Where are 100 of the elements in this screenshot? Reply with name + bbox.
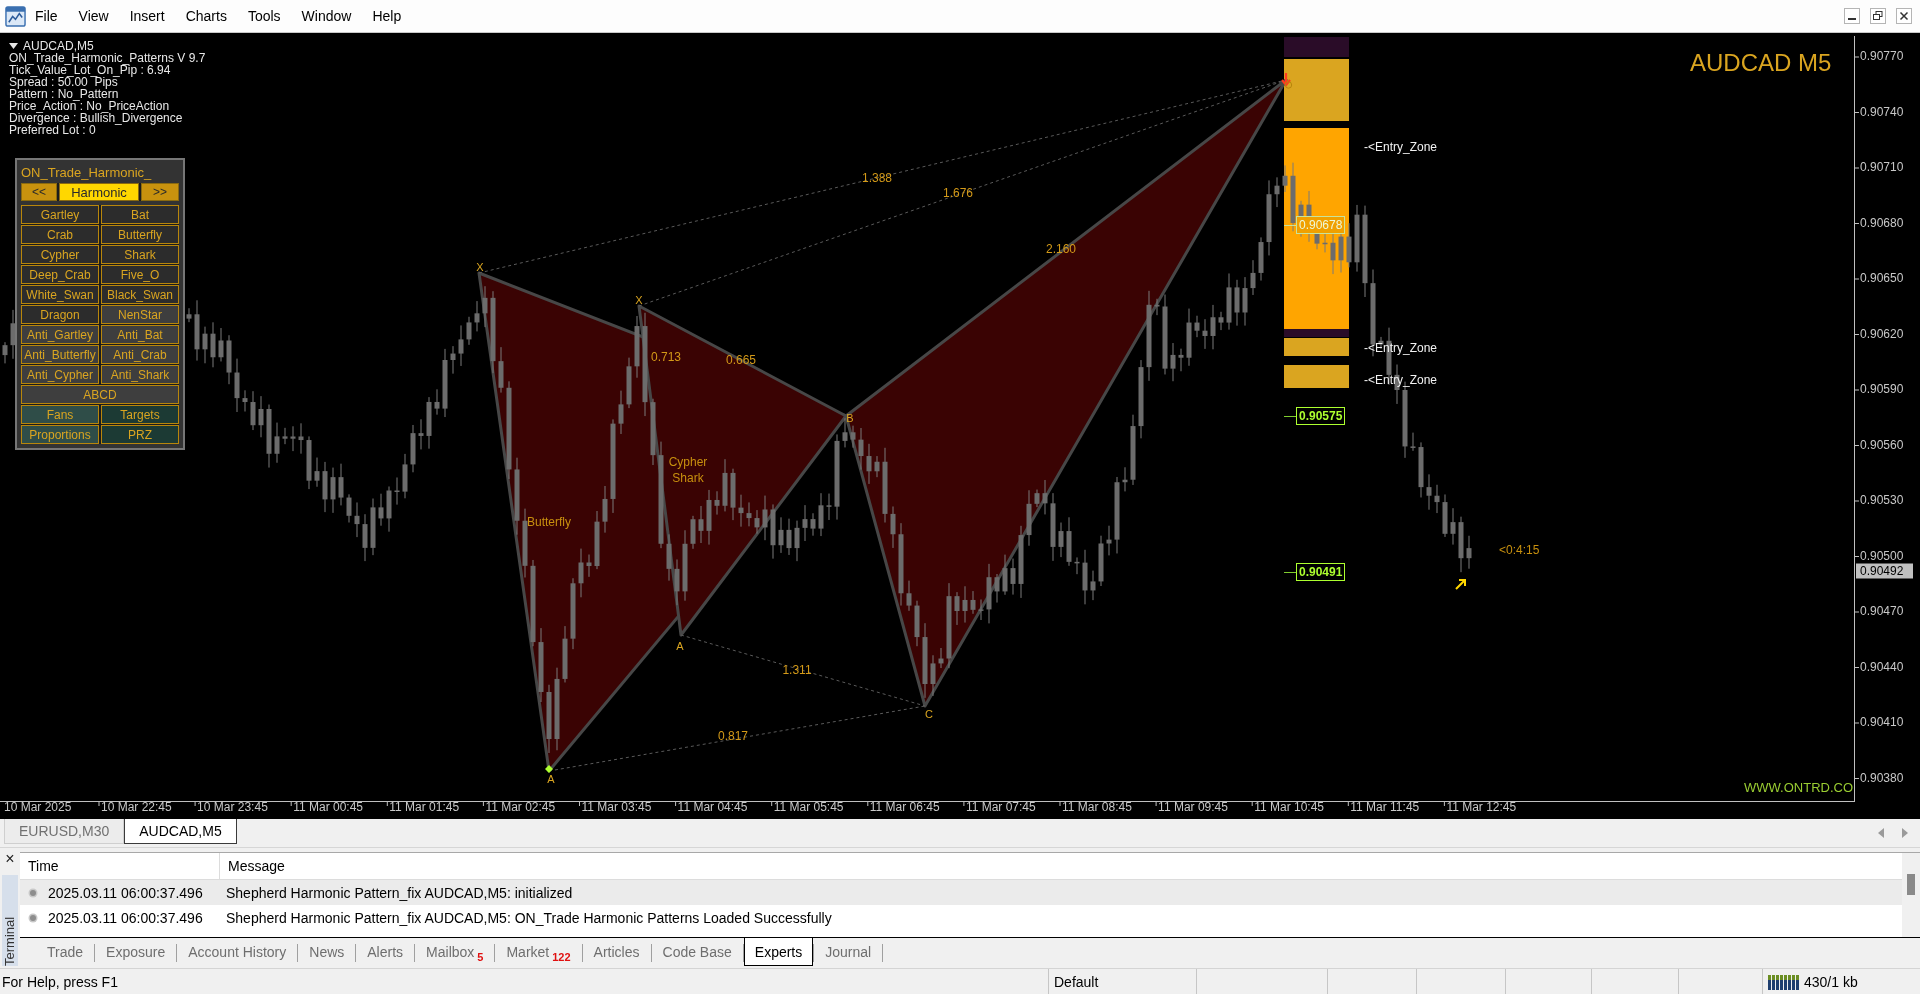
log-time: 2025.03.11 06:00:37.496 — [48, 884, 203, 901]
indicator-info-line: Preferred Lot : 0 — [9, 124, 96, 136]
price-axis-label: 0.90440 — [1860, 660, 1904, 675]
terminal-tab[interactable]: Exposure — [95, 938, 177, 966]
pattern-button[interactable]: NenStar — [101, 305, 179, 324]
traffic-counter: 430/1 kb — [1804, 974, 1858, 990]
indicator-info-line: Pattern : No_Pattern — [9, 88, 119, 100]
tool-button[interactable]: Fans — [21, 405, 99, 424]
indicator-info-line: Price_Action : No_PriceAction — [9, 100, 170, 112]
time-axis-label: 11 Mar 03:45 — [581, 801, 652, 815]
minimize-icon[interactable] — [1844, 8, 1860, 24]
ratio-label: 1.676 — [943, 187, 973, 201]
profile-name: Default — [1054, 974, 1099, 990]
symbol-title: AUDCAD M5 — [1690, 49, 1832, 77]
tool-button[interactable]: Proportions — [21, 425, 99, 444]
pattern-button[interactable]: Anti_Cypher — [21, 365, 99, 384]
down-arrow-icon — [1279, 72, 1293, 90]
pattern-button[interactable]: Anti_Butterfly — [21, 345, 99, 364]
menu-item[interactable]: Help — [372, 8, 402, 24]
indicator-info-line: ON_Trade_Harmonic_Patterns V 9.7 — [9, 52, 206, 64]
pattern-button[interactable]: Black_Swan — [101, 285, 179, 304]
pattern-button[interactable]: Dragon — [21, 305, 99, 324]
restore-icon[interactable] — [1870, 8, 1886, 24]
menu-item[interactable]: Window — [301, 8, 352, 24]
close-button[interactable]: × — [5, 851, 15, 867]
price-axis-label: 0.90470 — [1860, 605, 1904, 619]
price-axis-label: 0.90590 — [1860, 383, 1904, 397]
terminal-tab[interactable]: Trade — [36, 938, 95, 966]
previous-button[interactable]: << — [21, 183, 57, 201]
pattern-button[interactable]: White_Swan — [21, 285, 99, 304]
ratio-label: 1.311 — [782, 664, 812, 678]
time-axis-label: 11 Mar 11:45 — [1350, 801, 1420, 815]
pattern-button[interactable]: Five_O — [101, 265, 179, 284]
price-axis-label: 0.90740 — [1860, 105, 1904, 120]
price-axis-label: 0.90500 — [1860, 549, 1904, 564]
pattern-button[interactable]: Anti_Bat — [101, 325, 179, 344]
chart-tab[interactable]: EURUSD,M30 — [4, 819, 125, 844]
pattern-button[interactable]: Anti_Shark — [101, 365, 179, 384]
pattern-name: Cypher — [668, 456, 708, 470]
pattern-button[interactable]: Shark — [101, 245, 179, 264]
pattern-button[interactable]: Butterfly — [101, 225, 179, 244]
terminal-tab[interactable]: Market $_{122}$ — [495, 938, 582, 966]
log-message: Shepherd Harmonic Pattern_fix AUDCAD,M5: ON_Trade Harmonic Patterns Loaded Successfully — [225, 909, 833, 926]
price-axis-label: 0.90710 — [1860, 161, 1904, 175]
scrollbar-thumb[interactable] — [1907, 874, 1915, 895]
price-axis-label: 0.90680 — [1860, 216, 1904, 231]
menu-item[interactable]: Tools — [247, 8, 281, 24]
pattern-button[interactable]: Gartley — [21, 205, 99, 224]
tool-button[interactable]: Targets — [101, 405, 179, 424]
terminal-tab[interactable]: Articles — [582, 938, 651, 966]
entry-zone-label: -<Entry_Zone — [1364, 342, 1438, 356]
pattern-name: Shark — [672, 472, 704, 486]
time-axis-label: 10 Mar 23:45 — [197, 801, 268, 815]
pattern-button[interactable]: Deep_Crab — [21, 265, 99, 284]
menu-item[interactable]: View — [78, 8, 109, 24]
time-axis-label: 11 Mar 02:45 — [485, 801, 556, 815]
pattern-button[interactable]: Cypher — [21, 245, 99, 264]
tool-button[interactable]: PRZ — [101, 425, 179, 444]
scrollbar[interactable] — [1902, 853, 1920, 937]
terminal-tab[interactable]: News — [298, 938, 356, 966]
terminal-tab[interactable]: Journal — [814, 938, 883, 966]
mode-button[interactable]: Harmonic — [59, 183, 139, 201]
next-button[interactable]: >> — [141, 183, 179, 201]
point-label: X — [635, 293, 643, 307]
time-axis-label: 11 Mar 00:45 — [293, 801, 363, 815]
terminal-tab[interactable]: Mailbox $_{5}$ — [415, 938, 495, 966]
status-dot-icon — [28, 912, 38, 923]
ratio-label: 0.665 — [726, 354, 756, 368]
point-label: B — [846, 411, 854, 425]
time-axis-label: 10 Mar 22:45 — [101, 801, 172, 815]
terminal-tab[interactable]: Experts — [743, 938, 814, 966]
close-icon[interactable] — [1896, 8, 1912, 24]
chart-tab[interactable]: AUDCAD,M5 — [124, 819, 237, 844]
zone-band — [1284, 37, 1349, 57]
chart-window-icon[interactable] — [5, 5, 26, 27]
candle-countdown: <0:4:15 — [1499, 544, 1540, 558]
signal-bars-icon — [1768, 974, 1800, 990]
price-axis-label: 0.90530 — [1860, 494, 1904, 508]
menu-item[interactable]: Charts — [185, 8, 227, 24]
diamond-marker-icon — [545, 765, 553, 773]
pattern-button[interactable]: Anti_Crab — [101, 345, 179, 364]
terminal-tab[interactable]: Account History — [177, 938, 298, 966]
menu-item[interactable]: File — [35, 8, 58, 24]
menu-item[interactable]: Insert — [129, 8, 165, 24]
indicator-info-line: Spread : 50.00 Pips — [9, 76, 118, 88]
pattern-button[interactable]: Crab — [21, 225, 99, 244]
pattern-button[interactable]: ABCD — [21, 385, 179, 404]
price-axis-label: 0.90380 — [1860, 771, 1904, 786]
point-label: X — [476, 260, 484, 274]
entry-zone-label: -<Entry_Zone — [1364, 141, 1438, 155]
terminal-tab[interactable]: Code Base — [651, 938, 743, 966]
price-axis-label: 0.90650 — [1860, 272, 1904, 286]
down-triangle-icon[interactable] — [9, 43, 18, 49]
pattern-button[interactable]: Anti_Gartley — [21, 325, 99, 344]
time-axis-label: 11 Mar 07:45 — [965, 801, 1036, 815]
status-help-text: For Help, press F1 — [2, 974, 118, 990]
indicator-info-line: Divergence : Bullish_Divergence — [9, 112, 183, 124]
pattern-button[interactable]: Bat — [101, 205, 179, 224]
price-axis-label: 0.90410 — [1860, 716, 1904, 730]
terminal-tab[interactable]: Alerts — [356, 938, 415, 966]
